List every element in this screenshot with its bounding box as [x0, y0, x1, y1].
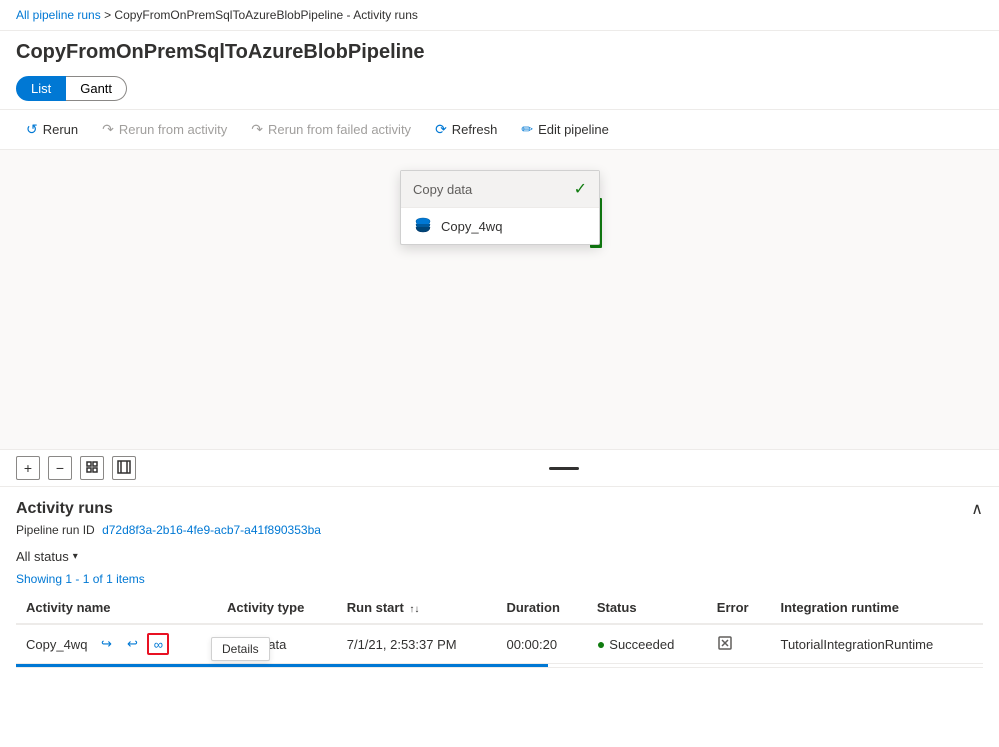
- col-activity-type: Activity type: [217, 592, 337, 624]
- row-actions: Copy_4wq ↪ ↩ ∞: [26, 633, 207, 655]
- table-header-row: Activity name Activity type Run start ↑↓…: [16, 592, 983, 624]
- cell-run-start: 7/1/21, 2:53:37 PM: [337, 624, 497, 664]
- zoom-out-button[interactable]: −: [48, 456, 72, 480]
- page-title: CopyFromOnPremSqlToAzureBlobPipeline: [0, 31, 999, 72]
- activity-name-text: Copy_4wq: [26, 637, 87, 652]
- showing-count: Showing 1 - 1 of 1 items: [16, 572, 983, 586]
- status-filter[interactable]: All status ▾: [16, 545, 983, 572]
- collapse-button[interactable]: ∧: [971, 499, 983, 519]
- gantt-view-button[interactable]: Gantt: [66, 76, 127, 101]
- col-duration: Duration: [496, 592, 586, 624]
- activity-runs-section: Activity runs ∧ Pipeline run ID d72d8f3a…: [0, 487, 999, 668]
- status-text: Succeeded: [609, 637, 674, 652]
- activity-dropdown-item-name: Copy_4wq: [441, 219, 502, 234]
- pipeline-run-id-link[interactable]: d72d8f3a-2b16-4fe9-acb7-a41f890353ba: [102, 523, 321, 537]
- plus-icon: +: [24, 460, 32, 476]
- rerun-from-activity-button[interactable]: ↷ Rerun from activity: [92, 116, 237, 143]
- minus-icon: −: [56, 460, 64, 476]
- expand-icon: [117, 460, 131, 477]
- pipeline-canvas: Copy data ✓ Copy_4wq: [0, 150, 999, 450]
- cell-activity-name: Copy_4wq ↪ ↩ ∞: [16, 624, 217, 664]
- breadcrumb-separator: >: [104, 8, 111, 22]
- cell-status: ● Succeeded: [587, 624, 707, 664]
- input-icon: ↪: [101, 636, 112, 652]
- view-toggle-group: List Gantt: [0, 72, 999, 109]
- showing-suffix: of 1 items: [93, 572, 145, 586]
- toolbar: ↺ Rerun ↷ Rerun from activity ↷ Rerun fr…: [0, 109, 999, 150]
- refresh-icon: ⟳: [435, 121, 447, 138]
- showing-text: Showing: [16, 572, 62, 586]
- scroll-bar: [549, 467, 579, 470]
- edit-icon: ✏: [521, 121, 533, 138]
- pipeline-run-id-label: Pipeline run ID: [16, 523, 95, 537]
- breadcrumb: All pipeline runs > CopyFromOnPremSqlToA…: [0, 0, 999, 31]
- copy-data-icon: [413, 216, 433, 236]
- progress-bar-row: [16, 664, 983, 668]
- list-view-button[interactable]: List: [16, 76, 66, 101]
- fit-icon: [85, 460, 99, 477]
- activity-runs-table-container: Activity name Activity type Run start ↑↓…: [16, 592, 983, 668]
- activity-dropdown-title: Copy data: [413, 182, 472, 197]
- col-run-start[interactable]: Run start ↑↓: [337, 592, 497, 624]
- details-tooltip: Details: [211, 637, 270, 661]
- fit-view-button[interactable]: [80, 456, 104, 480]
- showing-range: 1 - 1: [65, 572, 89, 586]
- breadcrumb-current: CopyFromOnPremSqlToAzureBlobPipeline - A…: [114, 8, 417, 22]
- output-button[interactable]: ↩: [121, 633, 143, 655]
- details-button[interactable]: ∞: [147, 633, 169, 655]
- section-header: Activity runs ∧: [16, 487, 983, 523]
- chevron-down-icon: ▾: [73, 551, 78, 562]
- table-row: Copy_4wq ↪ ↩ ∞: [16, 624, 983, 664]
- zoom-controls: + −: [0, 450, 999, 487]
- details-icon: ∞: [154, 637, 163, 652]
- rerun-from-failed-icon: ↷: [251, 121, 263, 138]
- input-output-button[interactable]: ↪: [95, 633, 117, 655]
- output-icon: ↩: [127, 636, 138, 652]
- expand-view-button[interactable]: [112, 456, 136, 480]
- error-icon: [717, 639, 733, 654]
- status-success: ● Succeeded: [597, 636, 697, 652]
- edit-pipeline-button[interactable]: ✏ Edit pipeline: [511, 116, 619, 143]
- status-filter-label: All status: [16, 549, 69, 564]
- activity-dropdown: Copy data ✓ Copy_4wq: [400, 170, 600, 245]
- rerun-from-failed-button[interactable]: ↷ Rerun from failed activity: [241, 116, 421, 143]
- sort-icon: ↑↓: [409, 604, 419, 615]
- col-error: Error: [707, 592, 771, 624]
- zoom-in-button[interactable]: +: [16, 456, 40, 480]
- activity-dropdown-header: Copy data ✓: [401, 171, 599, 208]
- scroll-indicator: [144, 467, 983, 470]
- cell-integration-runtime: TutorialIntegrationRuntime: [770, 624, 983, 664]
- refresh-button[interactable]: ⟳ Refresh: [425, 116, 507, 143]
- col-activity-name: Activity name: [16, 592, 217, 624]
- pipeline-run-id-row: Pipeline run ID d72d8f3a-2b16-4fe9-acb7-…: [16, 523, 983, 537]
- rerun-icon: ↺: [26, 121, 38, 138]
- activity-dropdown-item[interactable]: Copy_4wq: [401, 208, 599, 244]
- check-icon: ✓: [574, 179, 587, 199]
- activity-runs-table: Activity name Activity type Run start ↑↓…: [16, 592, 983, 668]
- col-status: Status: [587, 592, 707, 624]
- col-integration-runtime: Integration runtime: [770, 592, 983, 624]
- breadcrumb-link[interactable]: All pipeline runs: [16, 8, 101, 22]
- section-title: Activity runs: [16, 500, 113, 518]
- cell-error: [707, 624, 771, 664]
- progress-bar: [16, 664, 548, 667]
- rerun-button[interactable]: ↺ Rerun: [16, 116, 88, 143]
- cell-duration: 00:00:20: [496, 624, 586, 664]
- rerun-from-activity-icon: ↷: [102, 121, 114, 138]
- success-icon: ●: [597, 636, 605, 652]
